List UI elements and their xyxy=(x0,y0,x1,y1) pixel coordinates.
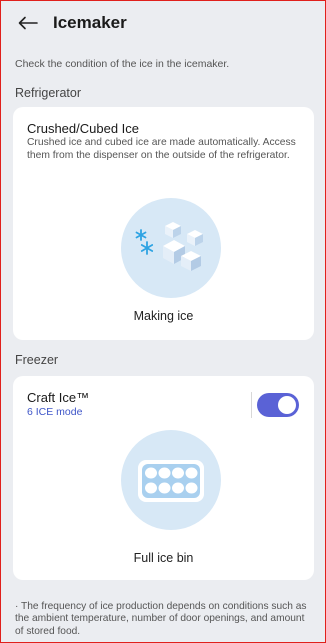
back-button[interactable] xyxy=(15,10,41,36)
refrigerator-ice-status: Making ice xyxy=(133,309,194,323)
page-title: Icemaker xyxy=(53,13,127,32)
craft-ice-mode: 6 ICE mode xyxy=(27,406,83,418)
toggle-divider xyxy=(251,392,252,418)
freezer-ice-status: Full ice bin xyxy=(133,551,194,565)
section-title-freezer: Freezer xyxy=(15,353,59,367)
footnote: · The frequency of ice production depend… xyxy=(15,601,307,637)
intro-text: Check the condition of the ice in the ic… xyxy=(15,58,230,70)
refrigerator-ice-card: Crushed/Cubed Ice Crushed ice and cubed … xyxy=(13,107,314,340)
ice-bin-icon xyxy=(121,430,221,530)
card-title-craft-ice: Craft Ice™ xyxy=(27,390,90,405)
craft-ice-toggle[interactable] xyxy=(257,393,299,417)
card-title-crushed-cubed: Crushed/Cubed Ice xyxy=(27,121,140,136)
ice-cubes-snowflake-icon xyxy=(121,198,221,298)
section-title-refrigerator: Refrigerator xyxy=(15,86,81,100)
app-screen: Icemaker Check the condition of the ice … xyxy=(0,0,326,643)
toggle-knob xyxy=(278,396,296,414)
top-bar: Icemaker xyxy=(1,1,325,45)
freezer-craft-ice-card: Craft Ice™ 6 ICE mode Full ice bin xyxy=(13,376,314,580)
arrow-left-icon xyxy=(18,16,38,30)
card-description: Crushed ice and cubed ice are made autom… xyxy=(27,137,296,161)
